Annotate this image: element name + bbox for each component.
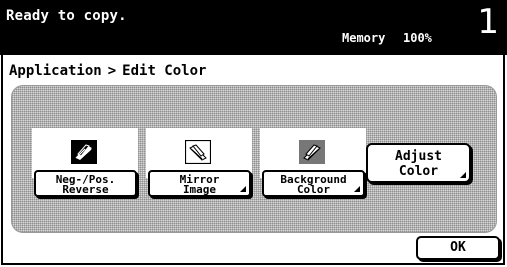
button-label-line2: Reverse xyxy=(62,183,109,196)
adjust-color-button[interactable]: Adjust Color xyxy=(366,143,471,183)
copier-screen: Ready to copy. Memory 100% 1 Application… xyxy=(0,0,507,267)
memory-label: Memory xyxy=(342,31,386,45)
background-color-icon xyxy=(299,140,325,164)
button-label-line2: Color xyxy=(296,183,331,196)
memory-value: 100% xyxy=(403,31,432,45)
status-message: Ready to copy. xyxy=(6,8,127,24)
submenu-indicator-icon xyxy=(354,186,360,192)
mirror-image-icon xyxy=(185,140,211,164)
breadcrumb-separator: > xyxy=(107,63,117,79)
main-frame: Application > Edit Color Neg-/Pos. Reverse xyxy=(1,55,505,265)
function-neg-pos-reverse: Neg-/Pos. Reverse xyxy=(32,128,138,198)
mirror-image-button[interactable]: Mirror Image xyxy=(148,170,251,197)
button-label-line1: Adjust xyxy=(395,149,442,164)
background-color-button[interactable]: Background Color xyxy=(262,170,365,197)
status-bar: Ready to copy. Memory 100% 1 xyxy=(0,0,507,55)
function-background-color: Background Color xyxy=(260,128,366,198)
function-mirror-image: Mirror Image xyxy=(146,128,252,198)
neg-pos-reverse-button[interactable]: Neg-/Pos. Reverse xyxy=(34,170,137,197)
neg-pos-reverse-icon xyxy=(71,140,97,164)
breadcrumb-parent: Application xyxy=(9,63,102,79)
copy-count: 1 xyxy=(477,2,499,42)
submenu-indicator-icon xyxy=(240,186,246,192)
ok-button[interactable]: OK xyxy=(416,236,500,260)
breadcrumb: Application > Edit Color xyxy=(9,63,206,79)
button-label-line2: Color xyxy=(398,164,439,179)
submenu-indicator-icon xyxy=(460,172,466,178)
breadcrumb-current: Edit Color xyxy=(122,63,207,79)
button-label-line2: Image xyxy=(182,183,217,196)
